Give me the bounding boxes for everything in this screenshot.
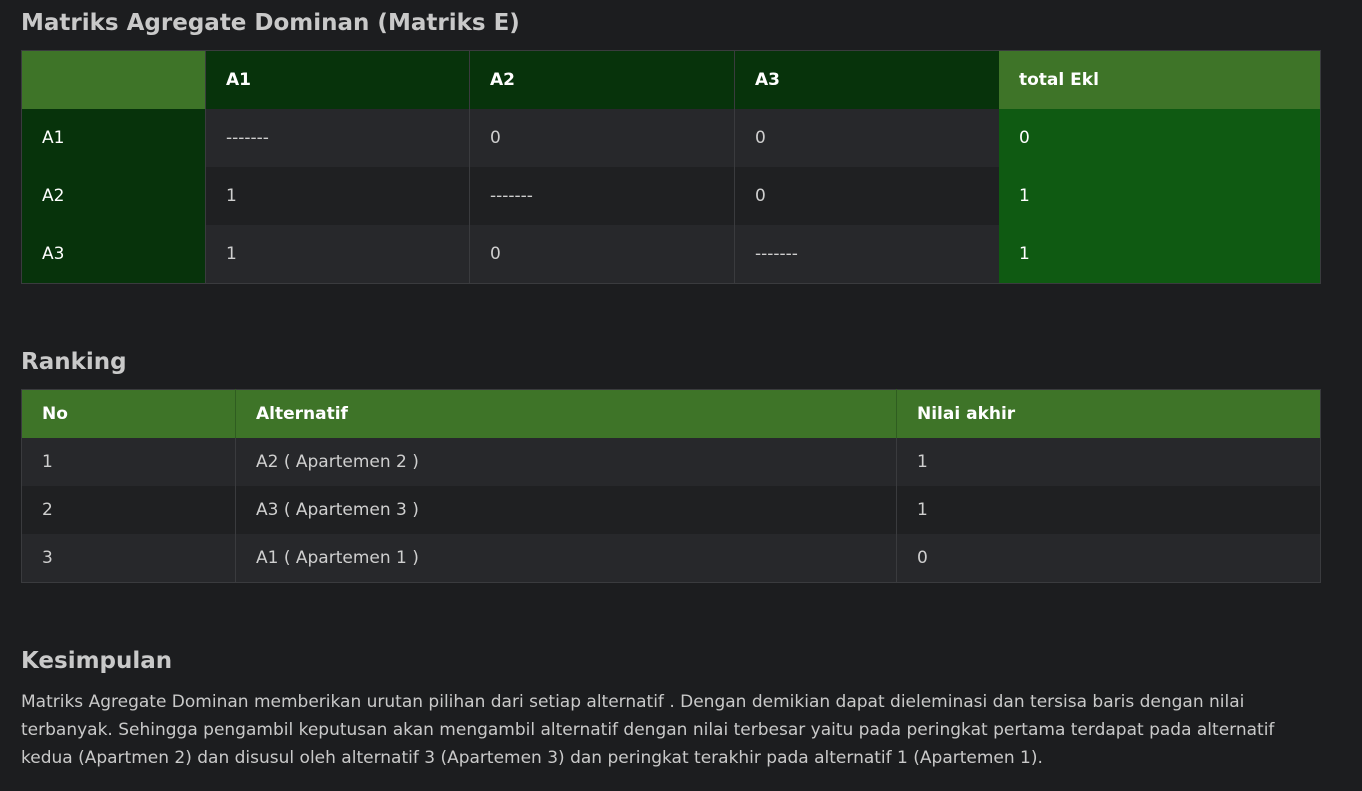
ranking-no: 3 [21, 534, 236, 583]
ranking-header-nilai: Nilai akhir [896, 389, 1321, 438]
matrix-total-cell: 0 [999, 109, 1321, 167]
page: Matriks Agregate Dominan (Matriks E) A1 … [0, 0, 1362, 791]
ranking-table: No Alternatif Nilai akhir 1 A2 ( Apartem… [21, 389, 1321, 583]
ranking-no: 1 [21, 438, 236, 486]
ranking-header-alternatif: Alternatif [235, 389, 897, 438]
matrix-cell: ------- [734, 225, 999, 284]
matrix-table: A1 A2 A3 total Ekl A1 ------- 0 0 0 A2 1… [21, 50, 1321, 284]
ranking-nilai: 1 [896, 438, 1321, 486]
ranking-header-no: No [21, 389, 236, 438]
matrix-cell: 0 [734, 109, 999, 167]
matrix-total-cell: 1 [999, 167, 1321, 225]
ranking-alternatif: A2 ( Apartemen 2 ) [235, 438, 897, 486]
matrix-cell: ------- [205, 109, 470, 167]
ranking-alternatif: A3 ( Apartemen 3 ) [235, 486, 897, 534]
table-row: 1 A2 ( Apartemen 2 ) 1 [21, 438, 1321, 486]
matrix-cell: 0 [734, 167, 999, 225]
matrix-header-total: total Ekl [999, 50, 1321, 109]
matrix-cell: 0 [469, 109, 735, 167]
matrix-cell: 1 [205, 225, 470, 284]
ranking-nilai: 1 [896, 486, 1321, 534]
matrix-cell: ------- [469, 167, 735, 225]
matrix-total-cell: 1 [999, 225, 1321, 284]
table-row: 3 A1 ( Apartemen 1 ) 0 [21, 534, 1321, 583]
matrix-row: A3 1 0 ------- 1 [21, 225, 1321, 284]
table-row: 2 A3 ( Apartemen 3 ) 1 [21, 486, 1321, 534]
matrix-header-corner [21, 50, 206, 109]
matrix-title: Matriks Agregate Dominan (Matriks E) [21, 10, 520, 36]
matrix-row: A2 1 ------- 0 1 [21, 167, 1321, 225]
matrix-cell: 0 [469, 225, 735, 284]
ranking-nilai: 0 [896, 534, 1321, 583]
ranking-alternatif: A1 ( Apartemen 1 ) [235, 534, 897, 583]
ranking-no: 2 [21, 486, 236, 534]
matrix-row-label: A1 [21, 109, 206, 167]
matrix-cell: 1 [205, 167, 470, 225]
matrix-header-a3: A3 [734, 50, 999, 109]
matrix-header-a1: A1 [205, 50, 470, 109]
matrix-row: A1 ------- 0 0 0 [21, 109, 1321, 167]
matrix-header-row: A1 A2 A3 total Ekl [21, 50, 1321, 109]
matrix-row-label: A2 [21, 167, 206, 225]
conclusion-text: Matriks Agregate Dominan memberikan urut… [21, 692, 1275, 768]
matrix-row-label: A3 [21, 225, 206, 284]
ranking-header-row: No Alternatif Nilai akhir [21, 389, 1321, 438]
matrix-header-a2: A2 [469, 50, 735, 109]
ranking-title: Ranking [21, 349, 127, 375]
conclusion-title: Kesimpulan [21, 648, 173, 674]
